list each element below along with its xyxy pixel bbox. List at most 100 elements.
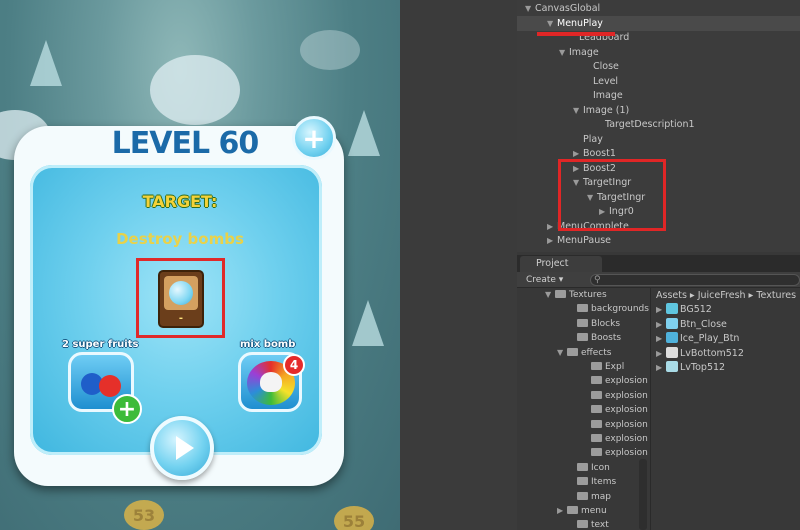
folder-item[interactable]: Boosts [567,331,621,345]
folder-item[interactable]: ▼ Textures [545,288,607,302]
folder-item[interactable]: explosion [581,446,648,460]
folder-icon [577,477,588,486]
tree-decoration [348,110,380,156]
hierarchy-item[interactable]: Image [583,89,623,103]
hierarchy-item-label: CanvasGlobal [535,3,601,14]
hierarchy-item[interactable]: TargetDescription1 [595,118,695,132]
folder-label: explosion [605,390,648,401]
chevron-right-icon[interactable]: ▶ [547,220,557,234]
folder-item[interactable]: ▼ effects [557,346,611,360]
folder-icon [577,491,588,500]
hierarchy-item[interactable]: ▼ MenuPlay [547,17,603,31]
folder-item[interactable]: explosion [581,389,648,403]
folder-item[interactable]: explosion [581,418,648,432]
asset-item[interactable]: ▶ LvBottom512 [656,346,744,361]
create-button[interactable]: Create ▾ [526,273,563,287]
chevron-right-icon[interactable]: ▶ [656,361,666,375]
hierarchy-item-label: Close [593,61,619,72]
bomb-icon [169,281,193,305]
chevron-right-icon[interactable]: ▶ [557,504,567,518]
hierarchy-item[interactable]: Level [583,75,618,89]
folder-icon [591,376,602,385]
asset-item[interactable]: ▶ BG512 [656,303,712,317]
hierarchy-item[interactable]: ▼ CanvasGlobal [525,2,600,16]
skull-icon [260,372,282,392]
folder-label: explosion [605,405,648,416]
chevron-down-icon[interactable]: ▼ [557,346,567,360]
play-icon [175,436,194,460]
asset-item[interactable]: ▶ LvTop512 [656,361,725,375]
hierarchy-item-label: Image [593,90,623,101]
hierarchy-item[interactable]: ▼ Image [559,46,599,60]
asset-item[interactable]: ▶ Ice_Play_Btn [656,332,739,346]
chevron-down-icon[interactable]: ▼ [525,2,535,16]
hierarchy-item[interactable]: Close [583,60,619,74]
close-button[interactable]: + [292,116,336,160]
chevron-right-icon[interactable]: ▶ [656,332,666,346]
texture-icon [666,317,678,329]
texture-icon [666,346,678,358]
chevron-right-icon[interactable]: ▶ [656,347,666,361]
tab-project[interactable]: Project [520,256,602,272]
plus-icon: + [117,396,137,422]
chevron-down-icon[interactable]: ▼ [559,46,569,60]
folder-icon [591,434,602,442]
folder-label: map [591,491,611,502]
hierarchy-item-label: TargetDescription1 [605,119,695,130]
hierarchy-item-label: MenuPause [557,235,612,246]
scrollbar[interactable] [639,459,647,530]
folder-label: Items [591,477,617,488]
chevron-down-icon[interactable]: ▼ [547,17,557,31]
folder-icon [567,347,578,356]
hierarchy-item[interactable]: ▼ Image (1) [573,104,629,118]
level-title: LEVEL 60 [111,126,260,161]
chevron-right-icon[interactable]: ▶ [656,318,666,332]
folder-item[interactable]: explosion [581,374,648,388]
asset-item[interactable]: ▶ Btn_Close [656,317,727,332]
folder-icon [591,419,602,428]
target-ingredient: - [158,270,204,328]
folder-item[interactable]: Expl [581,360,624,374]
folder-icon [577,520,588,529]
chevron-right-icon[interactable]: ▶ [656,303,666,317]
folder-label: Expl [605,362,625,372]
add-boost-button[interactable]: + [112,394,142,424]
folder-label: explosion [605,448,648,459]
boost1-label: 2 super fruits [62,339,139,350]
folder-item[interactable]: map [567,490,611,504]
hierarchy-item-label: Level [593,75,619,87]
map-level-marker[interactable]: 55 [334,506,374,530]
chevron-down-icon[interactable]: ▼ [573,104,583,118]
asset-label: Btn_Close [680,318,727,330]
folder-label: explosion [605,376,648,387]
folder-item[interactable]: explosion [581,403,648,417]
map-level-marker[interactable]: 53 [124,500,164,530]
asset-label: BG512 [680,304,712,315]
play-button[interactable] [150,416,214,480]
folder-item[interactable]: explosion [581,432,648,446]
hierarchy-item-label: Image (1) [583,104,630,116]
hierarchy-item[interactable]: ▶ MenuPause [547,234,611,248]
folder-item[interactable]: ▶ menu [557,504,607,518]
search-input[interactable] [590,274,800,286]
folder-icon [555,290,566,298]
hierarchy-item-label: Play [583,133,603,145]
target-label: TARGET: [142,192,218,211]
hierarchy-item[interactable]: Play [573,133,603,147]
folder-label: explosion [605,419,648,430]
highlight-frame [558,159,666,231]
asset-label: LvTop512 [680,362,726,373]
chevron-right-icon[interactable]: ▶ [547,234,557,248]
chevron-down-icon[interactable]: ▼ [545,288,555,302]
folder-item[interactable]: Blocks [567,317,620,331]
folder-item[interactable]: Icon [567,461,610,475]
folder-icon [591,362,602,370]
panel-divider[interactable] [650,288,651,530]
folder-item[interactable]: backgrounds [567,302,649,316]
folder-label: explosion [605,434,648,444]
folder-item[interactable]: Items [567,475,616,489]
folder-item[interactable]: text [567,518,609,530]
folder-icon [577,304,588,313]
tree-decoration [352,300,384,346]
folder-label: backgrounds [591,304,649,315]
